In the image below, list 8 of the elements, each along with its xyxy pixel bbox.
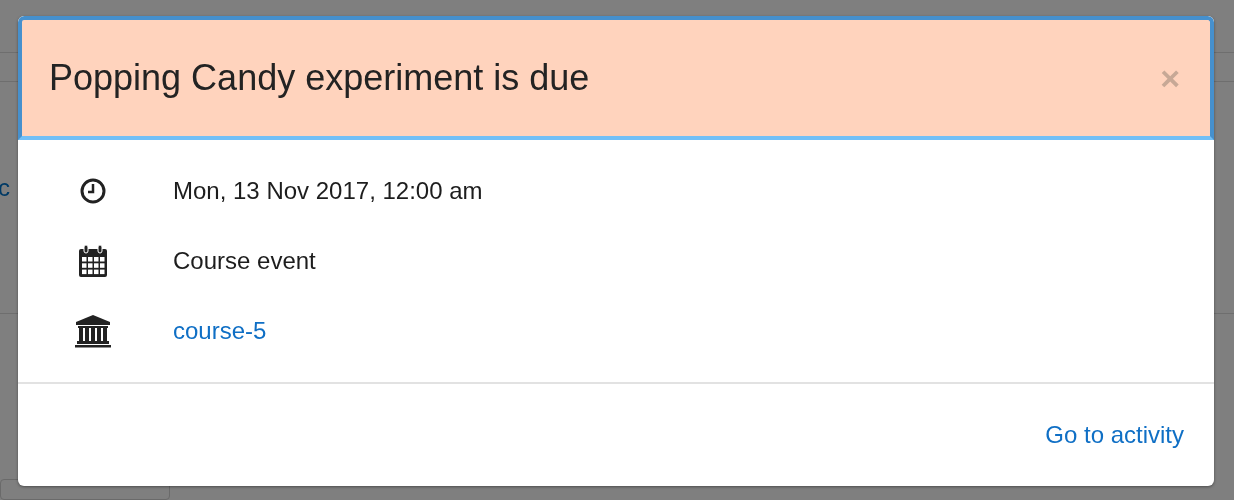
activity-link[interactable]: Go to activity (1045, 421, 1184, 449)
detail-text: Mon, 13 Nov 2017, 12:00 am (173, 177, 483, 205)
detail-text: Course event (173, 247, 316, 275)
clock-icon (78, 177, 107, 205)
dialog-title: Popping Candy experiment is due (49, 57, 590, 99)
bank-icon (74, 314, 111, 348)
calendar-icon (77, 244, 108, 278)
course-link[interactable]: course-5 (173, 317, 267, 345)
